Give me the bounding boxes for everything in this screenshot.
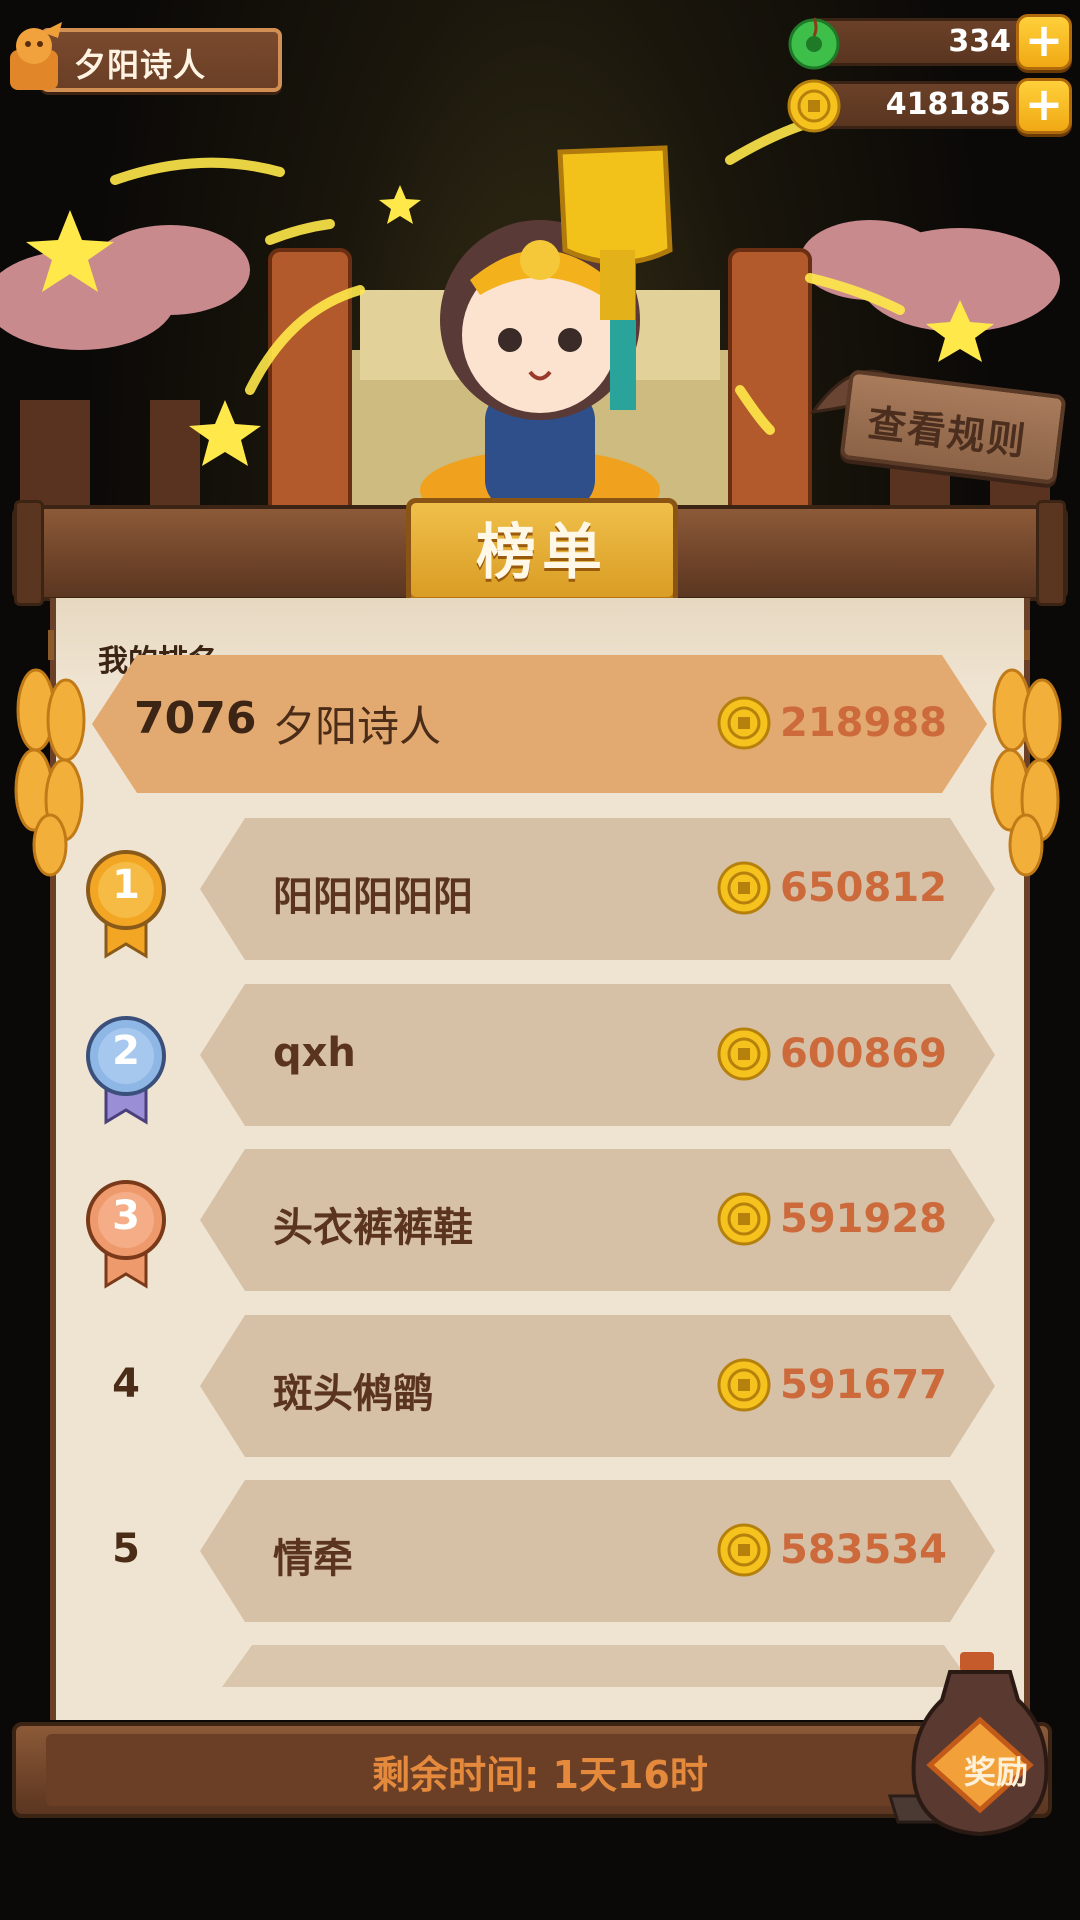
game-screen: 夕阳诗人 334 + 418185 + 查看规则 榜单 7076 夕阳诗人 21… xyxy=(0,0,1080,1920)
coin-icon xyxy=(717,1192,771,1246)
my-rank-name: 夕阳诗人 xyxy=(273,702,442,751)
coin-icon xyxy=(717,1027,771,1081)
jade-balance: 334 xyxy=(948,24,1011,59)
coin-icon xyxy=(717,861,771,915)
player-name: 情牵 xyxy=(273,1536,353,1582)
rank-number: 5 xyxy=(112,1526,140,1572)
leaderboard-title-plaque: 榜单 xyxy=(406,498,678,608)
player-name: 斑头鸺鹠 xyxy=(273,1371,433,1417)
corn-decoration-right xyxy=(990,630,1062,877)
reward-jar-button[interactable] xyxy=(900,1650,1060,1840)
player-score: 591677 xyxy=(780,1362,947,1408)
corn-decoration-left xyxy=(14,630,86,877)
coin-icon xyxy=(717,1358,771,1412)
coin-icon xyxy=(787,79,841,133)
leaderboard-row-partial xyxy=(222,1645,974,1687)
coin-balance-bar: 418185 xyxy=(808,81,1040,129)
rank-number: 1 xyxy=(112,862,140,908)
player-score: 600869 xyxy=(780,1031,947,1077)
player-name-plate[interactable]: 夕阳诗人 xyxy=(40,28,282,92)
reward-label: 奖励 xyxy=(963,1753,1028,1791)
player-name: qxh xyxy=(273,1030,356,1076)
player-name: 头衣裤裤鞋 xyxy=(273,1205,473,1251)
time-remaining-value: 1天16时 xyxy=(552,1753,708,1797)
coin-icon xyxy=(717,696,771,750)
player-avatar-icon[interactable] xyxy=(2,20,68,94)
beam-cap-right xyxy=(1036,500,1066,606)
leaderboard-title: 榜单 xyxy=(476,518,608,588)
rank-number: 3 xyxy=(112,1193,140,1239)
player-name: 夕阳诗人 xyxy=(74,46,207,84)
add-jade-button[interactable]: + xyxy=(1016,14,1072,70)
beam-cap-left xyxy=(14,500,44,606)
player-score: 650812 xyxy=(780,865,947,911)
time-remaining-label: 剩余时间: xyxy=(372,1753,540,1797)
coin-icon xyxy=(717,1523,771,1577)
my-rank-score: 218988 xyxy=(780,700,947,746)
jade-icon xyxy=(788,17,840,70)
view-rules-label: 查看规则 xyxy=(865,400,1030,464)
add-coins-button[interactable]: + xyxy=(1016,78,1072,134)
coin-balance: 418185 xyxy=(885,87,1011,122)
rank-number: 4 xyxy=(112,1361,140,1407)
player-name: 阳阳阳阳阳 xyxy=(273,874,473,920)
player-score: 583534 xyxy=(780,1527,947,1573)
rank-number: 2 xyxy=(112,1028,140,1074)
player-score: 591928 xyxy=(780,1196,947,1242)
jade-balance-bar: 334 xyxy=(808,18,1040,66)
my-rank-number: 7076 xyxy=(134,693,257,744)
